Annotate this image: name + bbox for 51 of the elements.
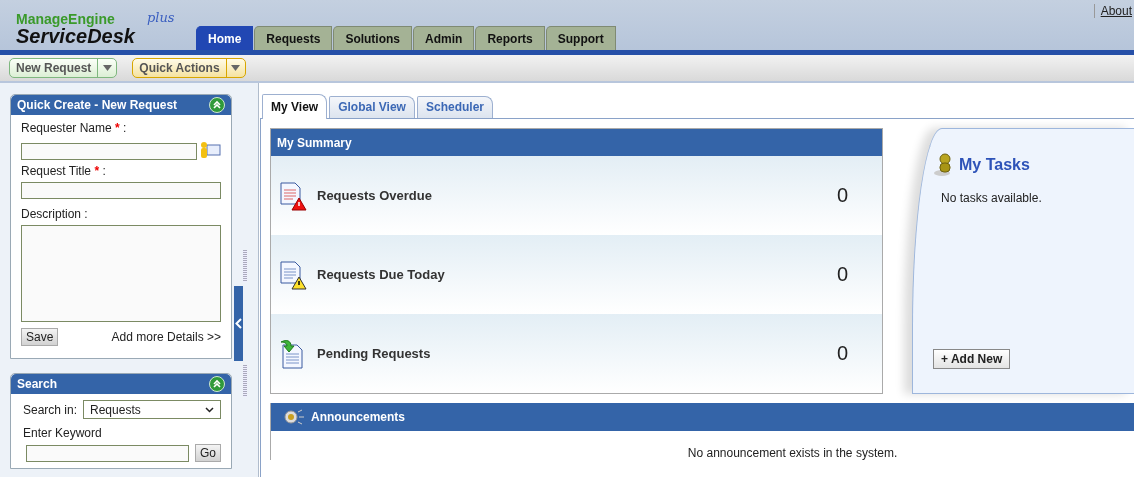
overdue-document-icon: [279, 180, 307, 211]
panel-title: Quick Create - New Request: [17, 98, 178, 112]
save-button[interactable]: Save: [21, 328, 59, 346]
chevron-icon: [205, 406, 214, 413]
panel-title: Search: [17, 377, 58, 391]
collapse-icon[interactable]: [209, 376, 225, 392]
nav-tab[interactable]: Home: [196, 26, 254, 50]
add-task-button[interactable]: + Add New: [933, 349, 1011, 369]
toolbar-button[interactable]: New Request: [9, 58, 118, 78]
nav-tab[interactable]: Requests: [254, 26, 333, 50]
keyword-field[interactable]: [26, 444, 189, 462]
nav-tab[interactable]: Support: [545, 26, 616, 50]
about-link[interactable]: About: [1093, 4, 1132, 18]
field-label: Requester Name * :: [21, 121, 128, 135]
field-label: Enter Keyword: [22, 426, 103, 440]
search-scope-dropdown[interactable]: Requests: [83, 400, 221, 419]
description-field[interactable]: [21, 225, 221, 322]
view-tab[interactable]: Scheduler: [416, 96, 493, 118]
empty-message: No announcement exists in the system.: [686, 445, 899, 460]
field-label: Search in:: [23, 402, 78, 417]
summary-count[interactable]: 0: [836, 342, 848, 365]
nav-tab[interactable]: Admin: [413, 26, 475, 50]
view-tab[interactable]: Global View: [329, 96, 415, 118]
warning-document-icon: [279, 259, 307, 290]
megaphone-icon: [283, 409, 305, 425]
nav-tab[interactable]: Reports: [475, 26, 545, 50]
summary-label[interactable]: Requests Overdue: [317, 188, 827, 203]
summary-label[interactable]: Requests Due Today: [317, 267, 827, 282]
request-title-field[interactable]: [21, 182, 221, 199]
summary-count[interactable]: 0: [836, 184, 848, 207]
panel-title: My Tasks: [959, 156, 1030, 174]
view-tab[interactable]: My View: [262, 94, 328, 119]
requester-name-field[interactable]: [21, 143, 197, 160]
toolbar-button[interactable]: Quick Actions: [132, 58, 246, 78]
summary-count[interactable]: 0: [836, 263, 848, 286]
field-label: Description :: [21, 207, 89, 221]
user-lookup-icon[interactable]: [199, 140, 221, 159]
caret-icon: [231, 65, 241, 71]
collapse-handle[interactable]: [233, 286, 243, 361]
caret-icon: [102, 65, 112, 71]
summary-label[interactable]: Pending Requests: [317, 346, 827, 361]
empty-message: No tasks available.: [941, 191, 1043, 205]
announcements-header: Announcements: [271, 403, 1134, 431]
panel-title: My Summary: [277, 135, 352, 150]
collapse-icon[interactable]: [209, 97, 225, 113]
product-logo: ManageEngine ServiceDesk plus: [15, 9, 176, 49]
nav-tab[interactable]: Solutions: [333, 26, 413, 50]
add-details-link[interactable]: Add more Details >>: [111, 330, 221, 344]
field-label: Request Title * :: [21, 164, 107, 178]
chevron-left-icon: [234, 318, 242, 329]
go-button[interactable]: Go: [195, 444, 221, 462]
